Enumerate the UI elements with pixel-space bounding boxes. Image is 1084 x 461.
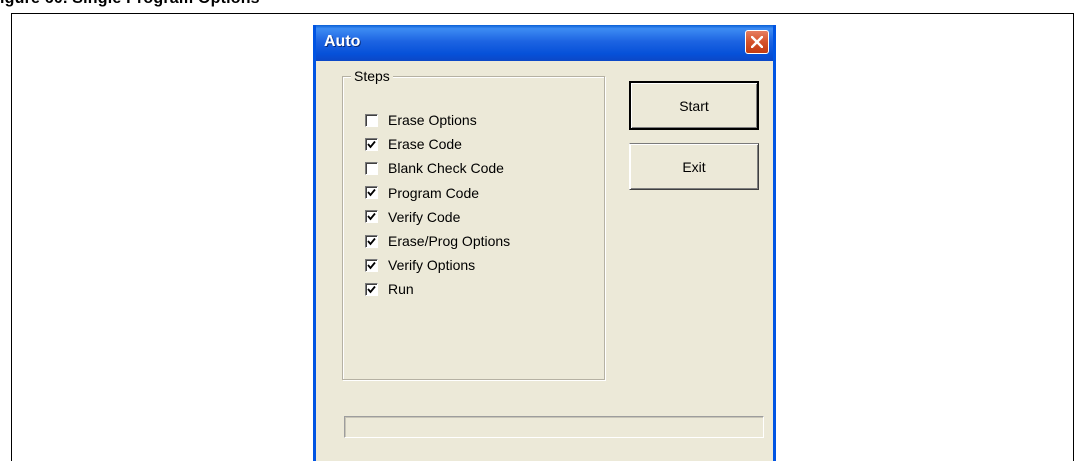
- step-label: Verify Code: [388, 208, 461, 225]
- step-checkbox-row[interactable]: Erase Code: [365, 135, 462, 153]
- auto-dialog: Auto Steps Erase Options Erase Code Blank …: [313, 25, 776, 461]
- step-checkbox-row[interactable]: Erase Options: [365, 111, 477, 129]
- step-checkbox[interactable]: [365, 258, 378, 272]
- checkmark-icon: [367, 140, 376, 149]
- step-checkbox-row[interactable]: Verify Options: [365, 256, 475, 274]
- title-bar[interactable]: Auto: [316, 25, 773, 61]
- checkmark-icon: [367, 213, 376, 221]
- step-checkbox[interactable]: [365, 137, 378, 151]
- step-label: Run: [388, 281, 414, 298]
- step-label: Erase/Prog Options: [388, 233, 511, 249]
- steps-group-title: Steps: [351, 68, 393, 84]
- step-checkbox[interactable]: [365, 186, 378, 200]
- steps-groupbox: Steps Erase Options Erase Code Blank Check…: [342, 68, 605, 380]
- checkmark-icon: [367, 189, 376, 197]
- step-label: Blank Check Code: [388, 160, 504, 177]
- start-button[interactable]: Start: [629, 81, 759, 130]
- step-checkbox[interactable]: [365, 113, 378, 127]
- step-checkbox[interactable]: [365, 210, 378, 224]
- checkmark-icon: [367, 237, 376, 245]
- checkmark-icon: [367, 261, 376, 270]
- checkmark-icon: [367, 285, 376, 294]
- step-label: Erase Code: [388, 136, 462, 153]
- figure-caption: igure 60. Single Program Options: [0, 0, 1084, 8]
- step-checkbox-row[interactable]: Blank Check Code: [365, 159, 504, 177]
- step-label: Verify Options: [388, 257, 476, 274]
- close-x-icon: [751, 36, 763, 48]
- step-checkbox-row[interactable]: Verify Code: [365, 208, 460, 226]
- step-checkbox-row[interactable]: Run: [365, 280, 414, 298]
- step-checkbox[interactable]: [365, 282, 378, 296]
- step-checkbox-row[interactable]: Program Code: [365, 184, 479, 202]
- step-checkbox-row[interactable]: Erase/Prog Options: [365, 232, 510, 250]
- window-title: Auto: [324, 33, 361, 50]
- step-label: Program Code: [388, 184, 480, 201]
- step-checkbox[interactable]: [365, 161, 378, 175]
- dialog-client-area: Steps Erase Options Erase Code Blank Check…: [316, 61, 773, 461]
- step-label: Erase Options: [388, 112, 477, 128]
- step-checkbox[interactable]: [365, 234, 378, 248]
- progress-bar: [344, 416, 764, 438]
- exit-button[interactable]: Exit: [629, 143, 759, 190]
- page: igure 60. Single Program Options Auto St…: [0, 0, 1084, 461]
- close-button[interactable]: [745, 30, 769, 54]
